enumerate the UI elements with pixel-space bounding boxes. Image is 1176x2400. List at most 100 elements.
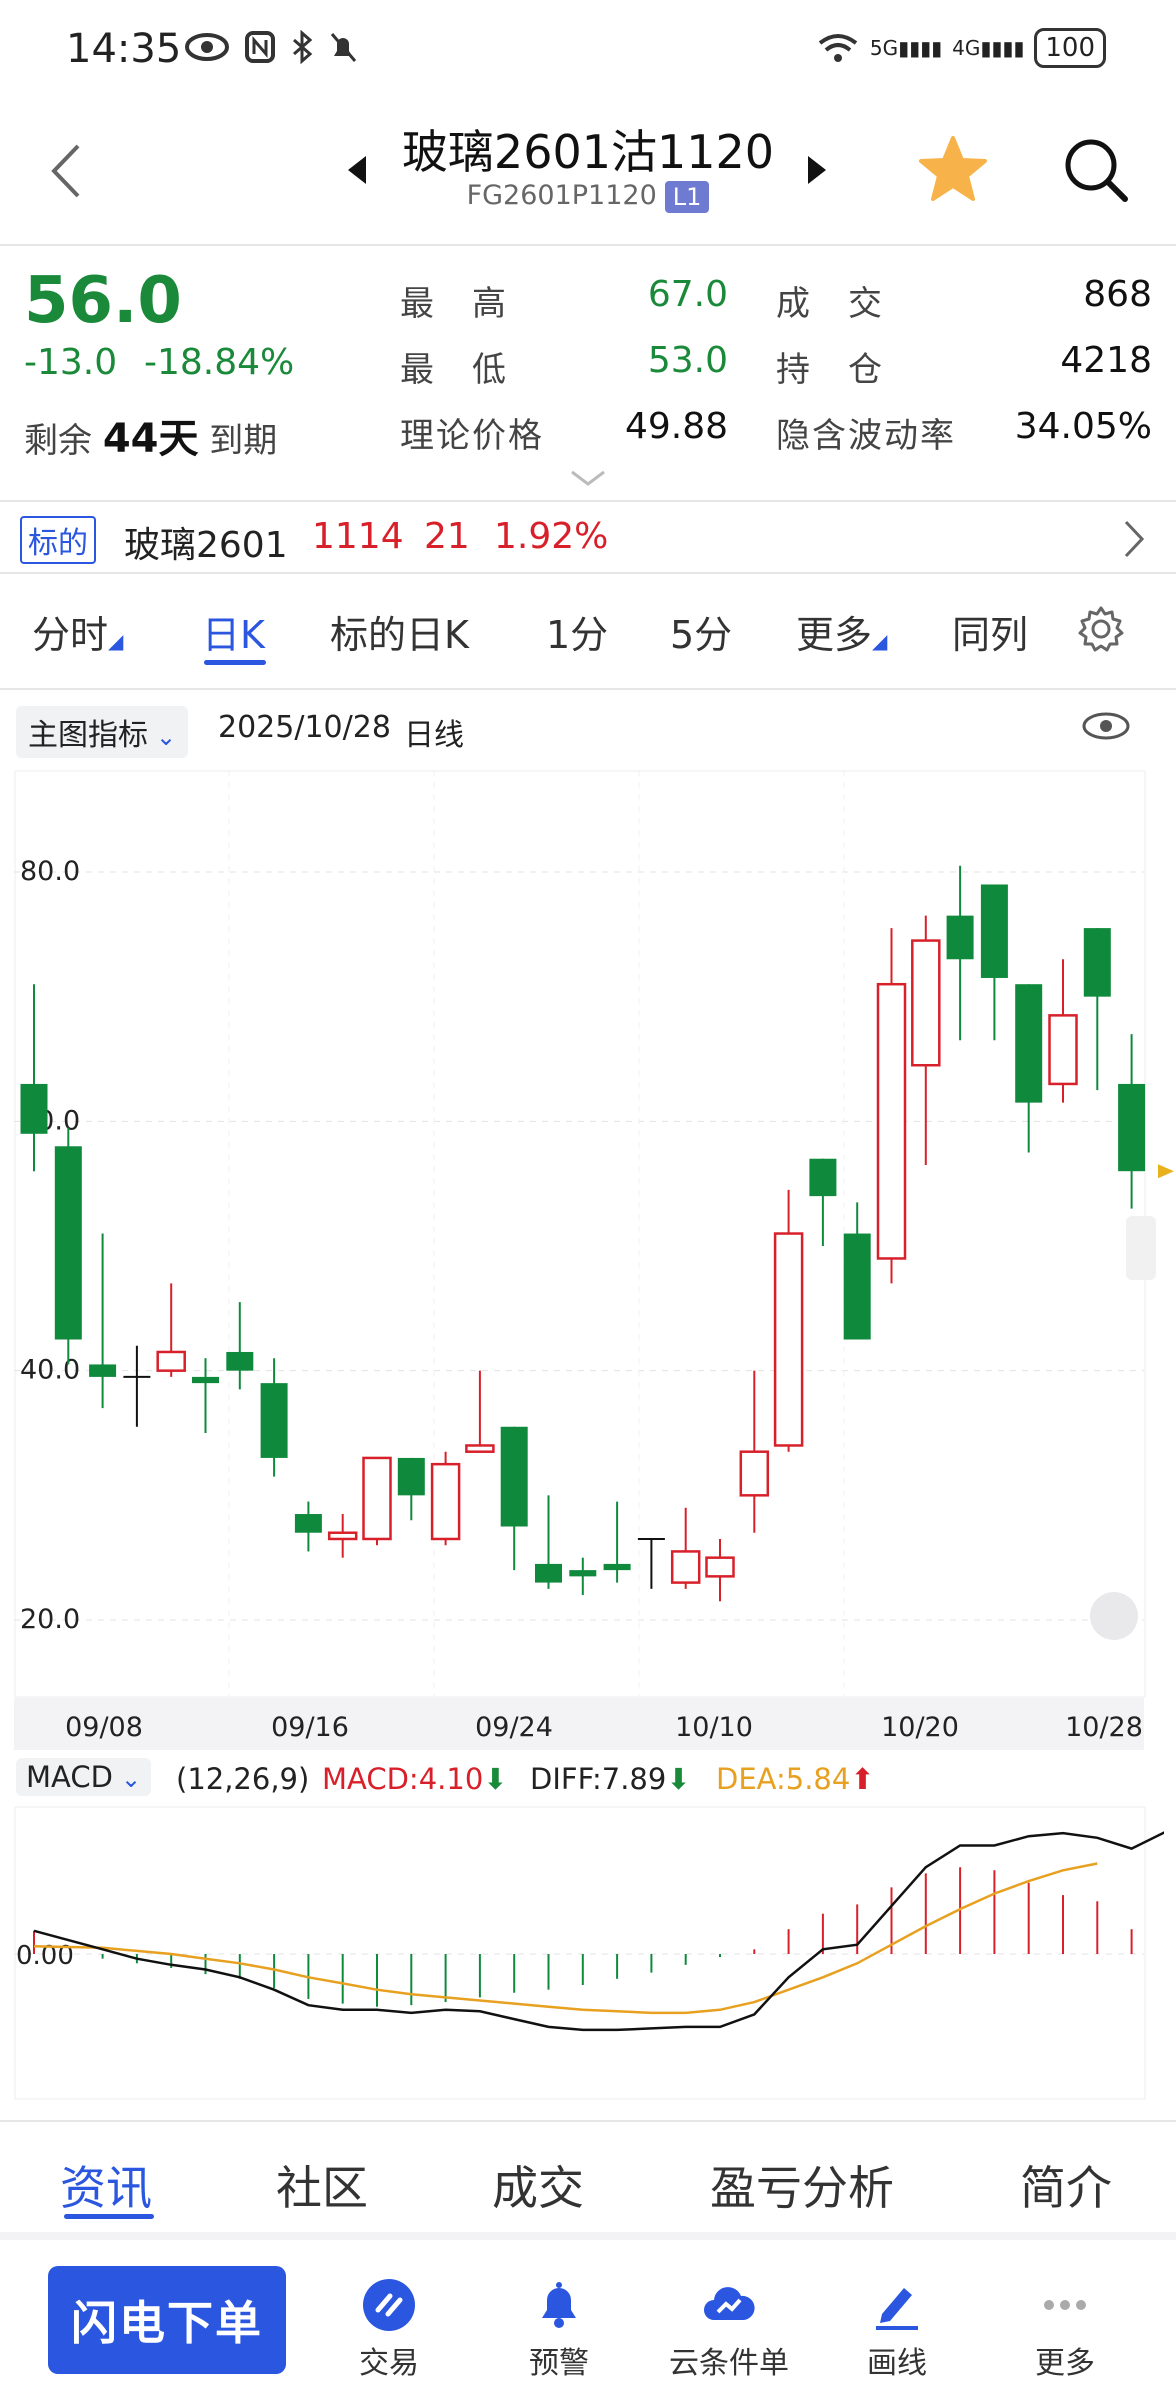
candle-body-down [192,1376,219,1384]
candle-body-down [260,1383,288,1458]
expand-chevron-icon[interactable] [570,470,606,488]
level-badge: L1 [664,180,710,213]
tab-community[interactable]: 社区 [276,2152,368,2218]
x-tick-label: 10/28 [1065,1712,1143,1743]
macd-params: (12,26,9) [176,1762,310,1796]
macd-frame [14,1806,1146,2100]
fullscreen-button [1090,1592,1138,1640]
y-tick-label: 80.0 [20,856,80,887]
more-dots-icon [1044,2300,1086,2310]
contract-title: 玻璃2601沽1120 [401,125,775,179]
nav-cloud-order-label: 云条件单 [669,2346,789,2381]
x-axis-band [14,1698,1144,1750]
expiry-info: 剩余 44天 到期 [24,406,277,464]
expiry-suffix: 到期 [209,421,278,461]
tab-5min[interactable]: 5分 [670,604,732,659]
tab-1min[interactable]: 1分 [546,604,608,659]
underlying-name: 玻璃2601 [124,525,288,566]
tab-same-series[interactable]: 同列 [952,604,1028,659]
side-collapse-tab [1126,1216,1156,1280]
price-change-pct: -18.84% [144,342,295,383]
last-price-marker [1158,1164,1174,1179]
oi-label: 持 仓 [776,350,884,390]
macd-value: MACD:4.10⬇ [322,1762,508,1796]
candle-body-down [397,1457,425,1496]
candle-body-down [603,1563,631,1571]
tab-intro[interactable]: 简介 [1020,2152,1112,2218]
nav-cloud-order[interactable]: 云条件单 [644,2276,814,2382]
candle-body-down [809,1158,837,1197]
candle-body-down [226,1351,254,1371]
candle-body-up [739,1450,770,1497]
next-contract-icon[interactable] [806,154,828,186]
tab-daily-k[interactable]: 日K [202,604,265,659]
oi-value: 4218 [1060,340,1152,381]
candle-body-up [362,1456,392,1541]
tab-daily-k-label: 日K [202,613,265,657]
tab-fenshi[interactable]: 分时◢ [32,604,123,659]
candle-body-up [670,1550,701,1584]
tab-more-dropdown-icon: ◢ [872,629,888,653]
iv-label: 隐含波动率 [776,416,956,456]
battery-indicator: 100 [1034,28,1106,68]
candle-body-up [430,1462,461,1541]
bell-off-icon [330,33,357,62]
tabs-divider [0,688,1176,690]
nav-more[interactable]: 更多 [980,2276,1150,2382]
status-icons [184,30,358,64]
candle-body-up [911,939,941,1067]
signal-4g-icon: 4G▮▮▮▮ [952,36,1025,60]
search-icon[interactable] [1062,136,1130,204]
nav-draw[interactable]: 画线 [812,2276,982,2382]
low-value: 53.0 [647,340,728,381]
theo-label: 理论价格 [400,416,544,456]
main-indicator-select[interactable]: 主图指标 ⌄ [16,706,189,758]
underlying-price: 1114 [312,516,404,557]
macd-chart[interactable]: 0.00 [14,1806,1164,2106]
candle-body-down [843,1233,871,1340]
dea-value-text: DEA:5.84 [716,1762,851,1796]
nav-trade[interactable]: 交易 [304,2276,474,2382]
price-change: -13.0 [24,342,118,383]
visibility-eye-icon[interactable] [1080,708,1132,744]
tab-pnl-analysis[interactable]: 盈亏分析 [710,2152,894,2218]
volume-value: 868 [1083,274,1152,315]
theo-value: 49.88 [624,406,728,447]
low-label: 最 低 [400,350,508,390]
wifi-icon [818,34,858,62]
nav-alert[interactable]: 预警 [474,2276,644,2382]
dea-up-arrow-icon: ⬆ [850,1762,875,1796]
x-tick-label: 09/08 [65,1712,143,1743]
candle-body-up [327,1531,358,1541]
tab-more-label: 更多 [796,613,873,657]
tab-underlying-daily-k[interactable]: 标的日K [330,604,469,659]
candle-body-up [876,982,907,1260]
underlying-row[interactable]: 标的 玻璃2601 1114 21 1.92% [0,504,1176,572]
star-icon[interactable] [918,134,988,204]
tab-more[interactable]: 更多◢ [796,604,887,659]
candlestick-chart[interactable]: 80.060.040.020.009/08 09/16 09/24 10/10 10/2… [14,770,1176,1750]
underlying-change: 21 [424,516,470,557]
x-tick-label: 10/10 [675,1712,753,1743]
underlying-tag: 标的 [20,516,96,564]
bottom-tab-indicator [64,2214,154,2219]
chevron-down-icon: ⌄ [156,723,177,751]
bell-icon [542,2282,576,2328]
pencil-icon [876,2288,918,2330]
status-time: 14:35 [66,26,182,72]
main-indicator-label: 主图指标 [28,718,148,753]
x-tick-label: 09/24 [475,1712,553,1743]
gear-icon[interactable] [1076,604,1126,654]
candle-body-down [569,1570,597,1577]
tab-news[interactable]: 资讯 [60,2152,152,2218]
tab-trades[interactable]: 成交 [492,2152,584,2218]
high-value: 67.0 [647,274,728,315]
tab-fenshi-dropdown-icon: ◢ [108,629,124,653]
nav-draw-label: 画线 [867,2346,927,2381]
flash-order-button[interactable]: 闪电下单 [48,2266,286,2374]
macd-indicator-select[interactable]: MACD ⌄ [16,1758,152,1796]
y-tick-label: 40.0 [20,1355,80,1386]
macd-value-text: MACD:4.10 [322,1762,484,1796]
macd-down-arrow-icon: ⬇ [483,1762,508,1796]
chart-period: 日线 [404,718,464,753]
